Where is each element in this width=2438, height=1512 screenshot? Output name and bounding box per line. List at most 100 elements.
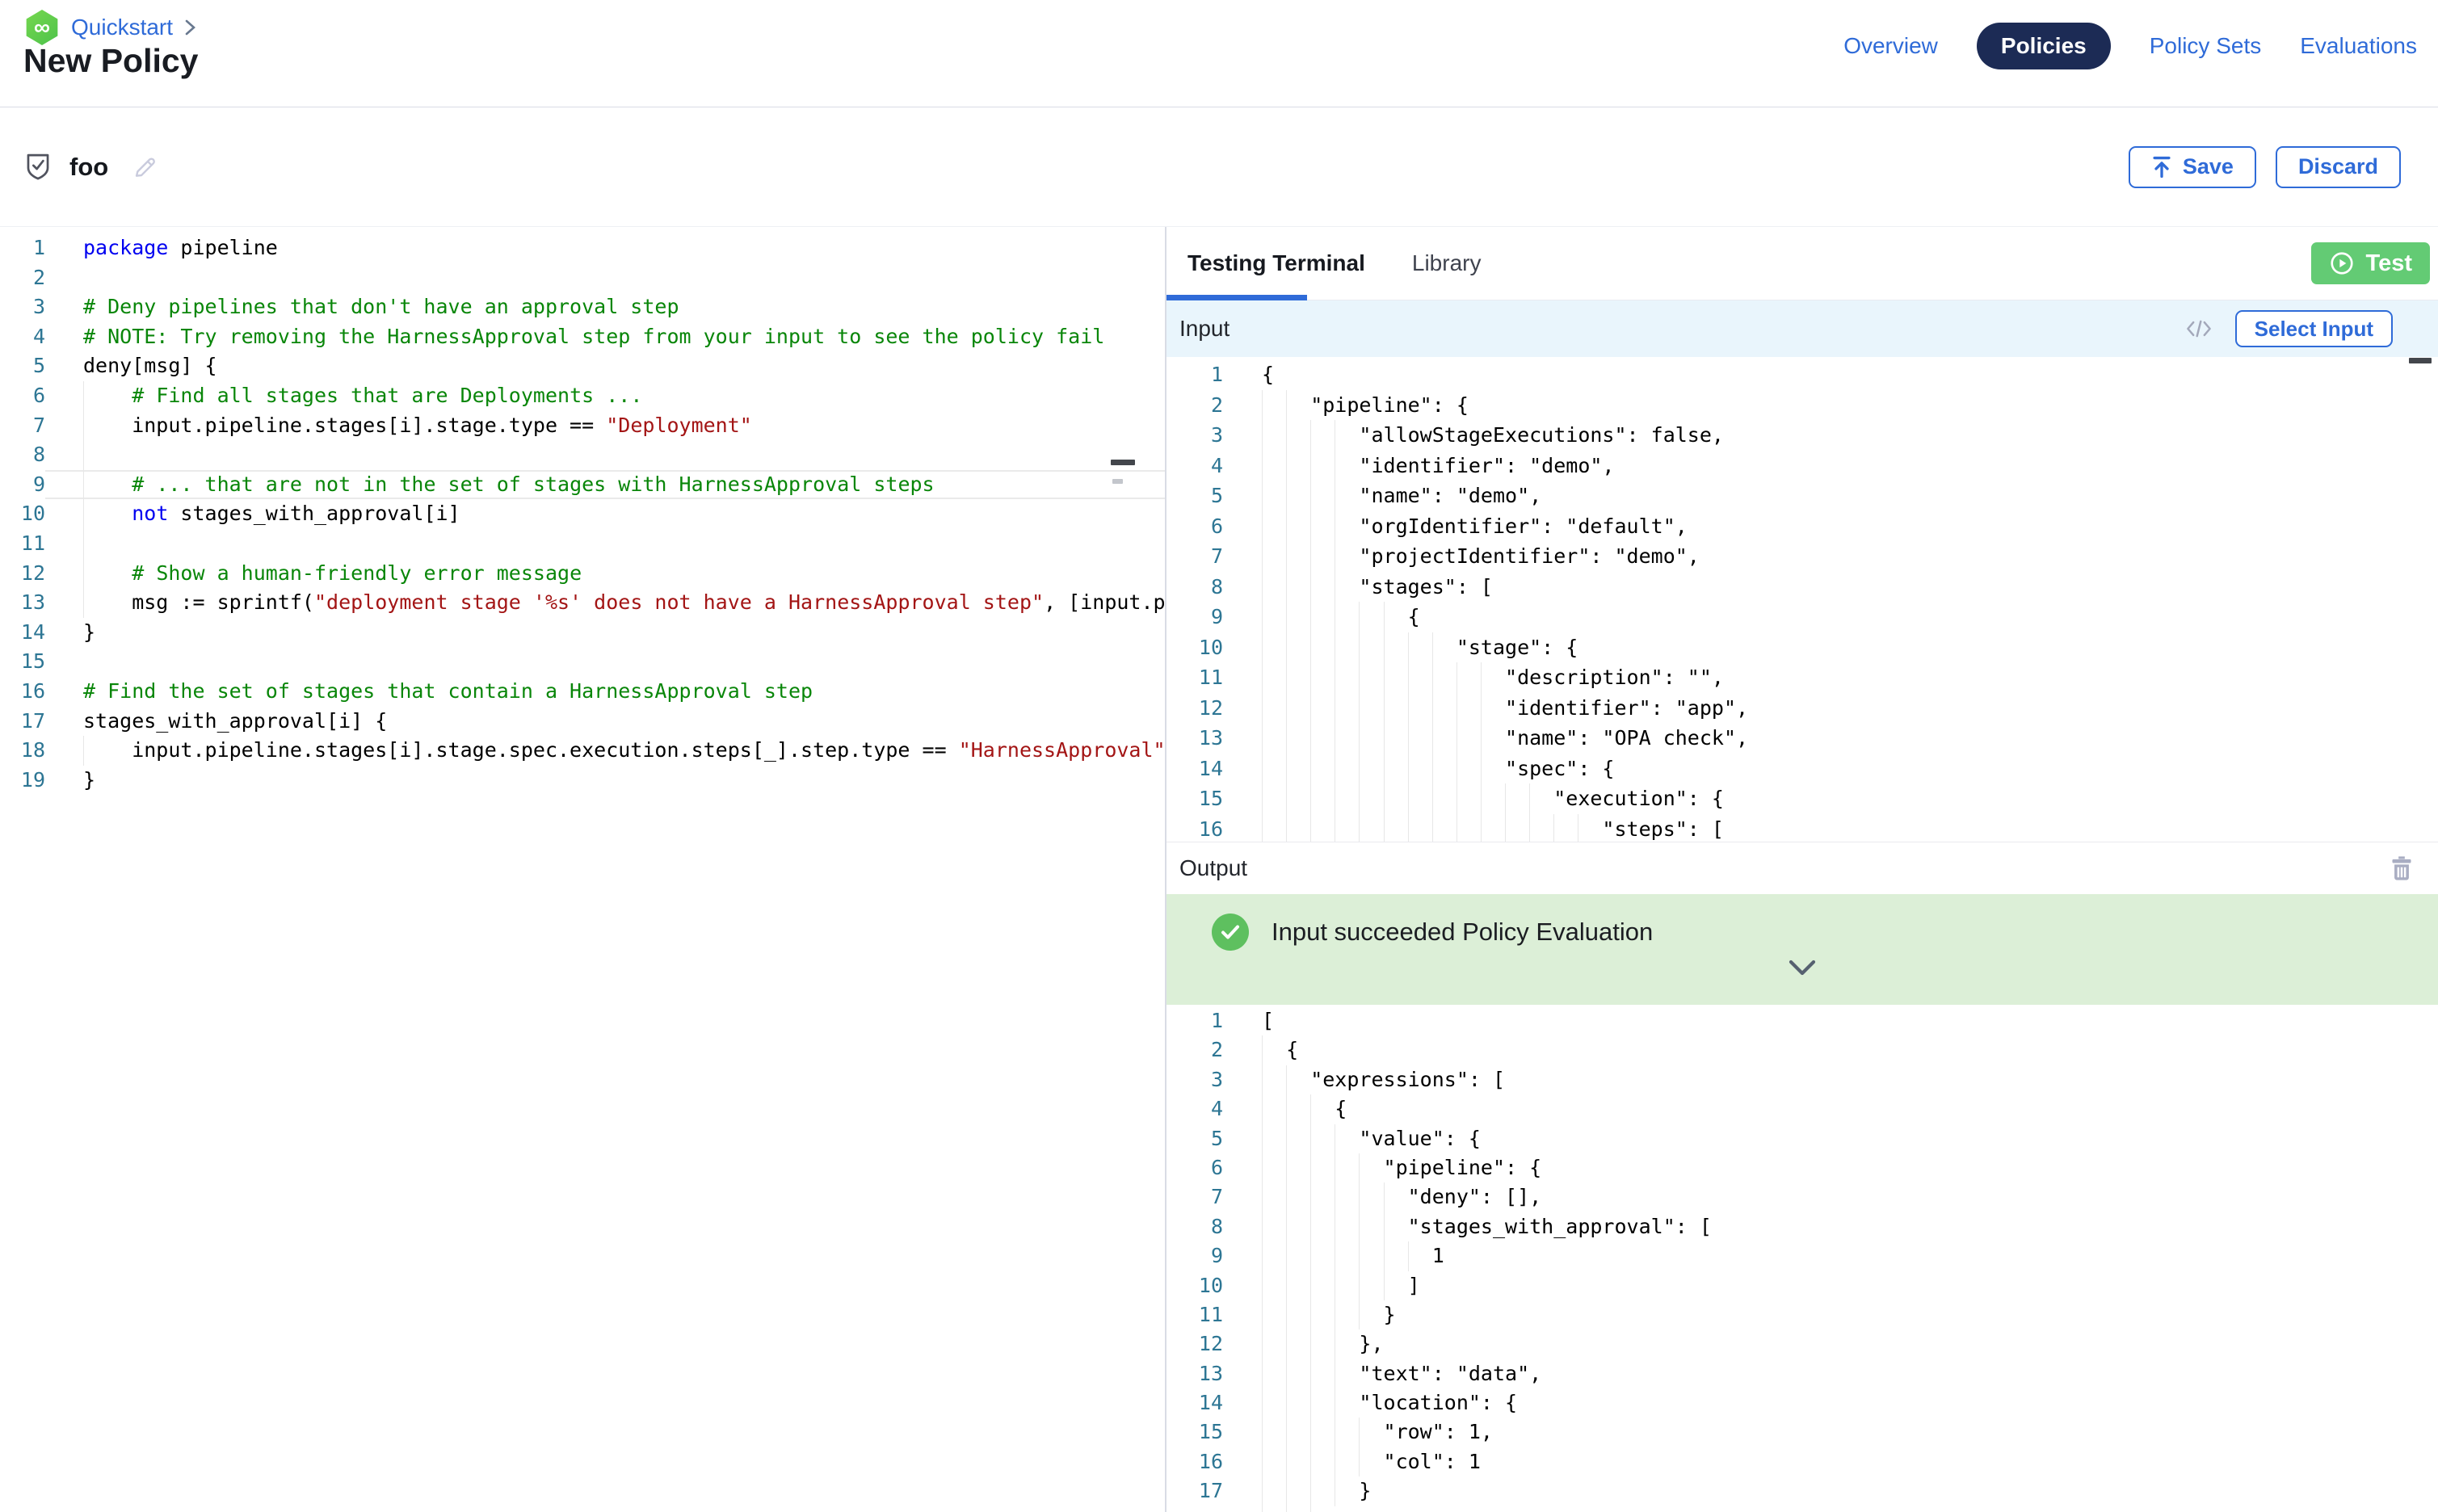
indent-guide — [1432, 783, 1433, 814]
code-line[interactable]: 17stages_with_approval[i] { — [0, 707, 1165, 737]
indent-guide — [1262, 481, 1263, 511]
code-line[interactable]: 16 "steps": [ — [1166, 814, 2438, 842]
code-text: # NOTE: Try removing the HarnessApproval… — [45, 322, 1165, 352]
code-line[interactable]: 5 "value": { — [1166, 1124, 2438, 1153]
line-number: 2 — [0, 263, 45, 293]
code-line[interactable]: 8 — [0, 440, 1165, 470]
rego-editor[interactable]: 1package pipeline23# Deny pipelines that… — [0, 227, 1165, 1512]
code-line[interactable]: 14} — [0, 618, 1165, 648]
code-line[interactable]: 13 "text": "data", — [1166, 1359, 2438, 1388]
code-line[interactable]: 9 { — [1166, 602, 2438, 632]
trash-icon[interactable] — [2386, 852, 2417, 884]
code-line[interactable]: 12 # Show a human-friendly error message — [0, 559, 1165, 589]
code-line[interactable]: 17 } — [1166, 1476, 2438, 1506]
breadcrumb-project-link[interactable]: Quickstart — [71, 15, 173, 40]
code-line[interactable]: 15 "execution": { — [1166, 783, 2438, 814]
code-line[interactable]: 11 } — [1166, 1300, 2438, 1329]
code-line[interactable]: 12 }, — [1166, 1329, 2438, 1359]
code-text: "pipeline": { — [1223, 1153, 2438, 1182]
save-button[interactable]: Save — [2129, 146, 2256, 188]
code-line[interactable]: 3# Deny pipelines that don't have an app… — [0, 292, 1165, 322]
code-line[interactable]: 6 "pipeline": { — [1166, 1153, 2438, 1182]
indent-guide — [1286, 1124, 1287, 1153]
code-icon[interactable] — [2185, 317, 2213, 340]
code-line[interactable]: 7 input.pipeline.stages[i].stage.type ==… — [0, 411, 1165, 441]
nav-overview[interactable]: Overview — [1843, 33, 1938, 59]
code-line[interactable]: 5 "name": "demo", — [1166, 481, 2438, 511]
code-line[interactable]: 9 # ... that are not in the set of stage… — [0, 470, 1165, 500]
code-line[interactable]: 2 { — [1166, 1035, 2438, 1065]
code-line[interactable]: 4# NOTE: Try removing the HarnessApprova… — [0, 322, 1165, 352]
code-line[interactable]: 15 "row": 1, — [1166, 1418, 2438, 1447]
code-line[interactable]: 10 not stages_with_approval[i] — [0, 499, 1165, 529]
output-json-editor[interactable]: 1[2 {3 "expressions": [4 {5 "value": {6 … — [1166, 1005, 2438, 1512]
tab-testing-terminal[interactable]: Testing Terminal — [1187, 250, 1365, 276]
tab-library[interactable]: Library — [1412, 250, 1482, 276]
code-line[interactable]: 7 "deny": [], — [1166, 1182, 2438, 1212]
code-line[interactable]: 4 "identifier": "demo", — [1166, 451, 2438, 481]
code-line[interactable]: 15 — [0, 647, 1165, 677]
code-text: } — [45, 766, 1165, 796]
collapse-chevron-icon[interactable] — [1786, 959, 1818, 982]
code-line[interactable]: 12 "identifier": "app", — [1166, 693, 2438, 724]
code-line[interactable]: 3 "allowStageExecutions": false, — [1166, 420, 2438, 451]
nav-policies[interactable]: Policies — [1977, 23, 2111, 69]
code-line[interactable]: 8 "stages_with_approval": [ — [1166, 1212, 2438, 1241]
code-line[interactable]: 6 "orgIdentifier": "default", — [1166, 511, 2438, 542]
code-line[interactable]: 8 "stages": [ — [1166, 572, 2438, 603]
indent-guide — [1310, 511, 1311, 542]
code-line[interactable]: 14 "location": { — [1166, 1388, 2438, 1418]
code-text: "text": "data", — [1223, 1359, 2438, 1388]
code-line[interactable]: 1package pipeline — [0, 233, 1165, 263]
code-line[interactable]: 2 "pipeline": { — [1166, 390, 2438, 421]
select-input-button[interactable]: Select Input — [2235, 310, 2393, 347]
code-line[interactable]: 10 ] — [1166, 1271, 2438, 1300]
code-line[interactable]: 11 "description": "", — [1166, 662, 2438, 693]
code-line[interactable]: 1{ — [1166, 359, 2438, 390]
code-line[interactable]: 18 } — [1166, 1506, 2438, 1512]
indent-guide — [1310, 1329, 1311, 1359]
code-line[interactable]: 2 — [0, 263, 1165, 293]
code-text: "identifier": "demo", — [1223, 451, 2438, 481]
code-line[interactable]: 13 "name": "OPA check", — [1166, 723, 2438, 754]
code-line[interactable]: 9 1 — [1166, 1241, 2438, 1270]
code-line[interactable]: 16 "col": 1 — [1166, 1447, 2438, 1476]
evaluation-status-message: Input succeeded Policy Evaluation — [1272, 914, 1653, 951]
terminal-tabs: Testing Terminal Library Test — [1166, 227, 2438, 300]
indent-guide — [1359, 814, 1360, 842]
indent-guide — [1310, 1476, 1311, 1506]
code-line[interactable]: 11 — [0, 529, 1165, 559]
line-number: 13 — [1166, 723, 1223, 754]
code-line[interactable]: 6 # Find all stages that are Deployments… — [0, 381, 1165, 411]
line-number: 12 — [0, 559, 45, 589]
code-line[interactable]: 7 "projectIdentifier": "demo", — [1166, 541, 2438, 572]
code-line[interactable]: 10 "stage": { — [1166, 632, 2438, 663]
indent-guide — [1432, 662, 1433, 693]
indent-guide — [1286, 1271, 1287, 1300]
line-number: 11 — [1166, 1300, 1223, 1329]
code-line[interactable]: 16# Find the set of stages that contain … — [0, 677, 1165, 707]
discard-button[interactable]: Discard — [2276, 146, 2401, 188]
code-line[interactable]: 1[ — [1166, 1006, 2438, 1035]
indent-guide — [1286, 1182, 1287, 1212]
code-line[interactable]: 4 { — [1166, 1094, 2438, 1124]
indent-guide — [1286, 814, 1287, 842]
code-line[interactable]: 3 "expressions": [ — [1166, 1065, 2438, 1094]
indent-guide — [1359, 1153, 1360, 1182]
indent-guide — [1286, 1447, 1287, 1476]
nav-evaluations[interactable]: Evaluations — [2300, 33, 2417, 59]
code-line[interactable]: 14 "spec": { — [1166, 754, 2438, 784]
code-text: # Deny pipelines that don't have an appr… — [45, 292, 1165, 322]
code-line[interactable]: 13 msg := sprintf("deployment stage '%s'… — [0, 588, 1165, 618]
input-json-editor[interactable]: 1{2 "pipeline": {3 "allowStageExecutions… — [1166, 357, 2438, 842]
nav-policy-sets[interactable]: Policy Sets — [2150, 33, 2262, 59]
code-line[interactable]: 18 input.pipeline.stages[i].stage.spec.e… — [0, 736, 1165, 766]
indent-guide — [1359, 602, 1360, 632]
indent-guide — [1286, 1300, 1287, 1329]
indent-guide — [1359, 1241, 1360, 1270]
edit-pencil-icon[interactable] — [131, 153, 158, 181]
code-line[interactable]: 5deny[msg] { — [0, 351, 1165, 381]
indent-guide — [83, 499, 84, 529]
test-button[interactable]: Test — [2311, 242, 2430, 284]
code-line[interactable]: 19} — [0, 766, 1165, 796]
